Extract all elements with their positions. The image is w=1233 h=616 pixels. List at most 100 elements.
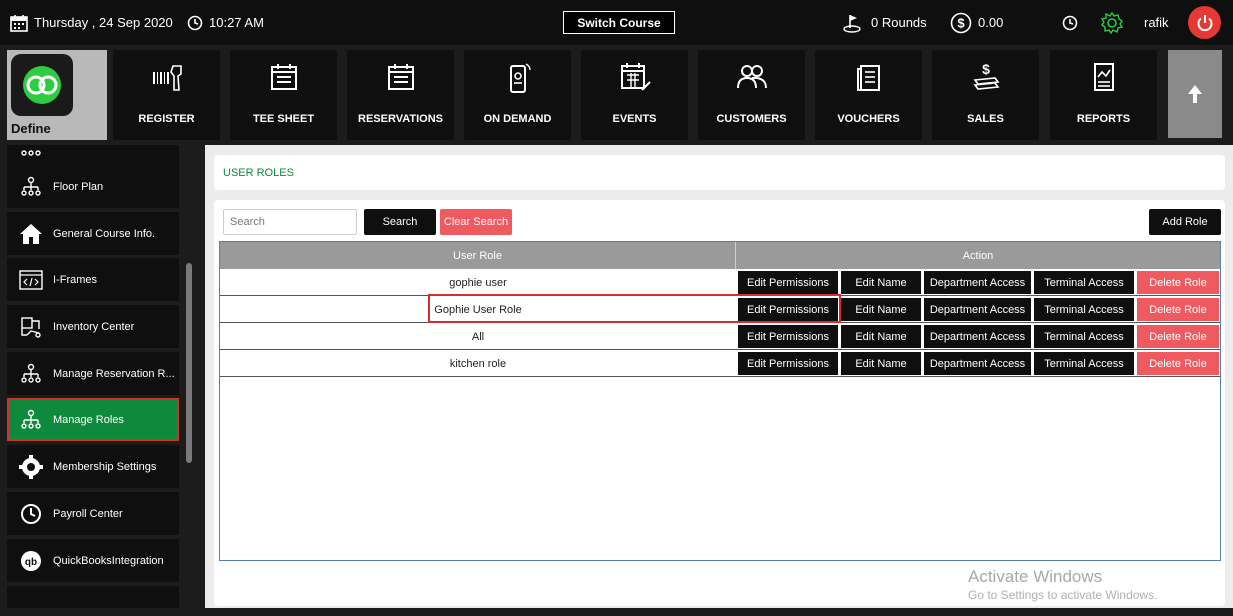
top-bar: Thursday , 24 Sep 2020 10:27 AM Switch C… <box>0 0 1233 45</box>
delete-role-button[interactable]: Delete Role <box>1137 298 1219 321</box>
golf-icon <box>843 14 861 33</box>
nav-customers[interactable]: CUSTOMERS <box>698 50 805 140</box>
page-title: USER ROLES <box>223 167 294 179</box>
power-button[interactable] <box>1188 6 1221 39</box>
page-header: USER ROLES <box>214 155 1225 190</box>
nav-tee-sheet[interactable]: TEE SHEET <box>230 50 337 140</box>
nav-customers-label: CUSTOMERS <box>716 113 787 125</box>
nav-on-demand[interactable]: ON DEMAND <box>464 50 571 140</box>
balance-display[interactable]: $ 0.00 <box>950 0 1003 45</box>
hierarchy-icon <box>21 363 41 383</box>
clock-icon <box>187 15 203 30</box>
hierarchy-icon <box>21 149 41 156</box>
sidebar: Floor Plan General Course Info. I-Frames… <box>0 145 205 616</box>
terminal-access-button[interactable]: Terminal Access <box>1034 352 1134 375</box>
sidebar-item-label: General Course Info. <box>53 227 156 240</box>
nav-reports-label: REPORTS <box>1076 113 1131 125</box>
nav-register[interactable]: REGISTER <box>113 50 220 140</box>
sidebar-item-label: Manage Roles <box>53 413 124 426</box>
sidebar-item-label: Membership Settings <box>53 460 157 473</box>
main-content: USER ROLES Search Clear Search Add Role … <box>205 145 1233 616</box>
main-nav: Define REGISTER TEE SHEET RESERVATIONS O… <box>0 45 1233 145</box>
nav-sales[interactable]: $ SALES <box>932 50 1039 140</box>
terminal-access-button[interactable]: Terminal Access <box>1034 298 1134 321</box>
quickbooks-icon: qb <box>21 550 41 571</box>
mobile-phone-icon <box>509 63 531 93</box>
sidebar-item-i-frames[interactable]: I-Frames <box>7 258 179 301</box>
sidebar-item-label: I-Frames <box>53 273 97 286</box>
terminal-access-button[interactable]: Terminal Access <box>1034 325 1134 348</box>
nav-vouchers[interactable]: VOUCHERS <box>815 50 922 140</box>
department-access-button[interactable]: Department Access <box>924 271 1031 294</box>
svg-text:$: $ <box>982 61 990 77</box>
sidebar-scrollbar[interactable] <box>186 263 192 463</box>
nav-tee-sheet-label: TEE SHEET <box>252 113 315 125</box>
roles-table: User Role Action gophie user Edit Permis… <box>219 241 1221 561</box>
barcode-scanner-icon <box>152 65 182 91</box>
nav-reservations[interactable]: RESERVATIONS <box>347 50 454 140</box>
edit-name-button[interactable]: Edit Name <box>841 298 921 321</box>
sidebar-item-payroll-center[interactable]: Payroll Center <box>7 492 179 535</box>
calendar-icon <box>10 14 28 32</box>
clear-search-button[interactable]: Clear Search <box>440 209 512 235</box>
nav-events[interactable]: EVENTS <box>581 50 688 140</box>
activation-watermark-text: Go to Settings to activate Windows. <box>968 588 1158 602</box>
logo[interactable]: Define <box>7 50 107 140</box>
nav-reports[interactable]: REPORTS <box>1050 50 1157 140</box>
edit-name-button[interactable]: Edit Name <box>841 325 921 348</box>
sidebar-item-general-course-info[interactable]: General Course Info. <box>7 212 179 255</box>
nav-sales-label: SALES <box>967 113 1004 125</box>
rounds-text: 0 Rounds <box>871 15 927 30</box>
power-icon <box>1197 14 1212 31</box>
sidebar-item-inventory-center[interactable]: Inventory Center <box>7 305 179 348</box>
role-name: All <box>471 330 485 343</box>
sidebar-item-quickbooks[interactable]: qb QuickBooksIntegration <box>7 539 179 582</box>
sidebar-item-membership-settings[interactable]: Membership Settings <box>7 445 179 488</box>
logo-label: Define <box>11 121 51 136</box>
edit-name-button[interactable]: Edit Name <box>841 271 921 294</box>
gear-icon <box>1100 11 1124 34</box>
delete-role-button[interactable]: Delete Role <box>1137 325 1219 348</box>
gear-icon <box>19 454 43 479</box>
department-access-button[interactable]: Department Access <box>924 298 1031 321</box>
delete-role-button[interactable]: Delete Role <box>1137 352 1219 375</box>
sidebar-item-manage-roles[interactable]: Manage Roles <box>7 398 179 441</box>
edit-permissions-button[interactable]: Edit Permissions <box>738 298 838 321</box>
rounds-display[interactable]: 0 Rounds <box>843 0 927 45</box>
search-button[interactable]: Search <box>364 209 436 235</box>
edit-permissions-button[interactable]: Edit Permissions <box>738 352 838 375</box>
svg-text:$: $ <box>957 15 965 30</box>
switch-course-button[interactable]: Switch Course <box>563 11 675 34</box>
sidebar-item-label: Floor Plan <box>53 180 104 193</box>
role-name: gophie user <box>449 276 507 289</box>
dollar-icon: $ <box>950 12 972 33</box>
header-action: Action <box>962 249 994 262</box>
history-button[interactable] <box>1062 0 1084 45</box>
search-input[interactable] <box>223 209 357 235</box>
roles-panel: Search Clear Search Add Role User Role A… <box>214 200 1225 606</box>
edit-permissions-button[interactable]: Edit Permissions <box>738 271 838 294</box>
calendar-list-icon <box>387 64 414 90</box>
delete-role-button[interactable]: Delete Role <box>1137 271 1219 294</box>
sidebar-item-manage-reservation[interactable]: Manage Reservation R... <box>7 352 179 395</box>
department-access-button[interactable]: Department Access <box>924 352 1031 375</box>
report-icon <box>1093 63 1114 91</box>
sidebar-item-label: QuickBooksIntegration <box>53 554 164 567</box>
edit-permissions-button[interactable]: Edit Permissions <box>738 325 838 348</box>
terminal-access-button[interactable]: Terminal Access <box>1034 271 1134 294</box>
user-name[interactable]: rafik <box>1144 0 1169 45</box>
svg-text:qb: qb <box>25 557 37 568</box>
scroll-up-button[interactable] <box>1168 50 1222 138</box>
settings-button[interactable] <box>1100 0 1130 45</box>
sidebar-item-label: Payroll Center <box>53 507 123 520</box>
voucher-icon <box>856 65 880 91</box>
sidebar-item-floor-plan[interactable]: Floor Plan <box>7 165 179 208</box>
date-display: Thursday , 24 Sep 2020 <box>10 0 173 45</box>
table-header: User Role Action <box>220 242 1220 269</box>
event-calendar-icon <box>620 63 651 91</box>
hierarchy-icon <box>21 176 41 196</box>
department-access-button[interactable]: Department Access <box>924 325 1031 348</box>
edit-name-button[interactable]: Edit Name <box>841 352 921 375</box>
role-name: Gophie User Role <box>434 303 522 316</box>
add-role-button[interactable]: Add Role <box>1149 209 1221 235</box>
